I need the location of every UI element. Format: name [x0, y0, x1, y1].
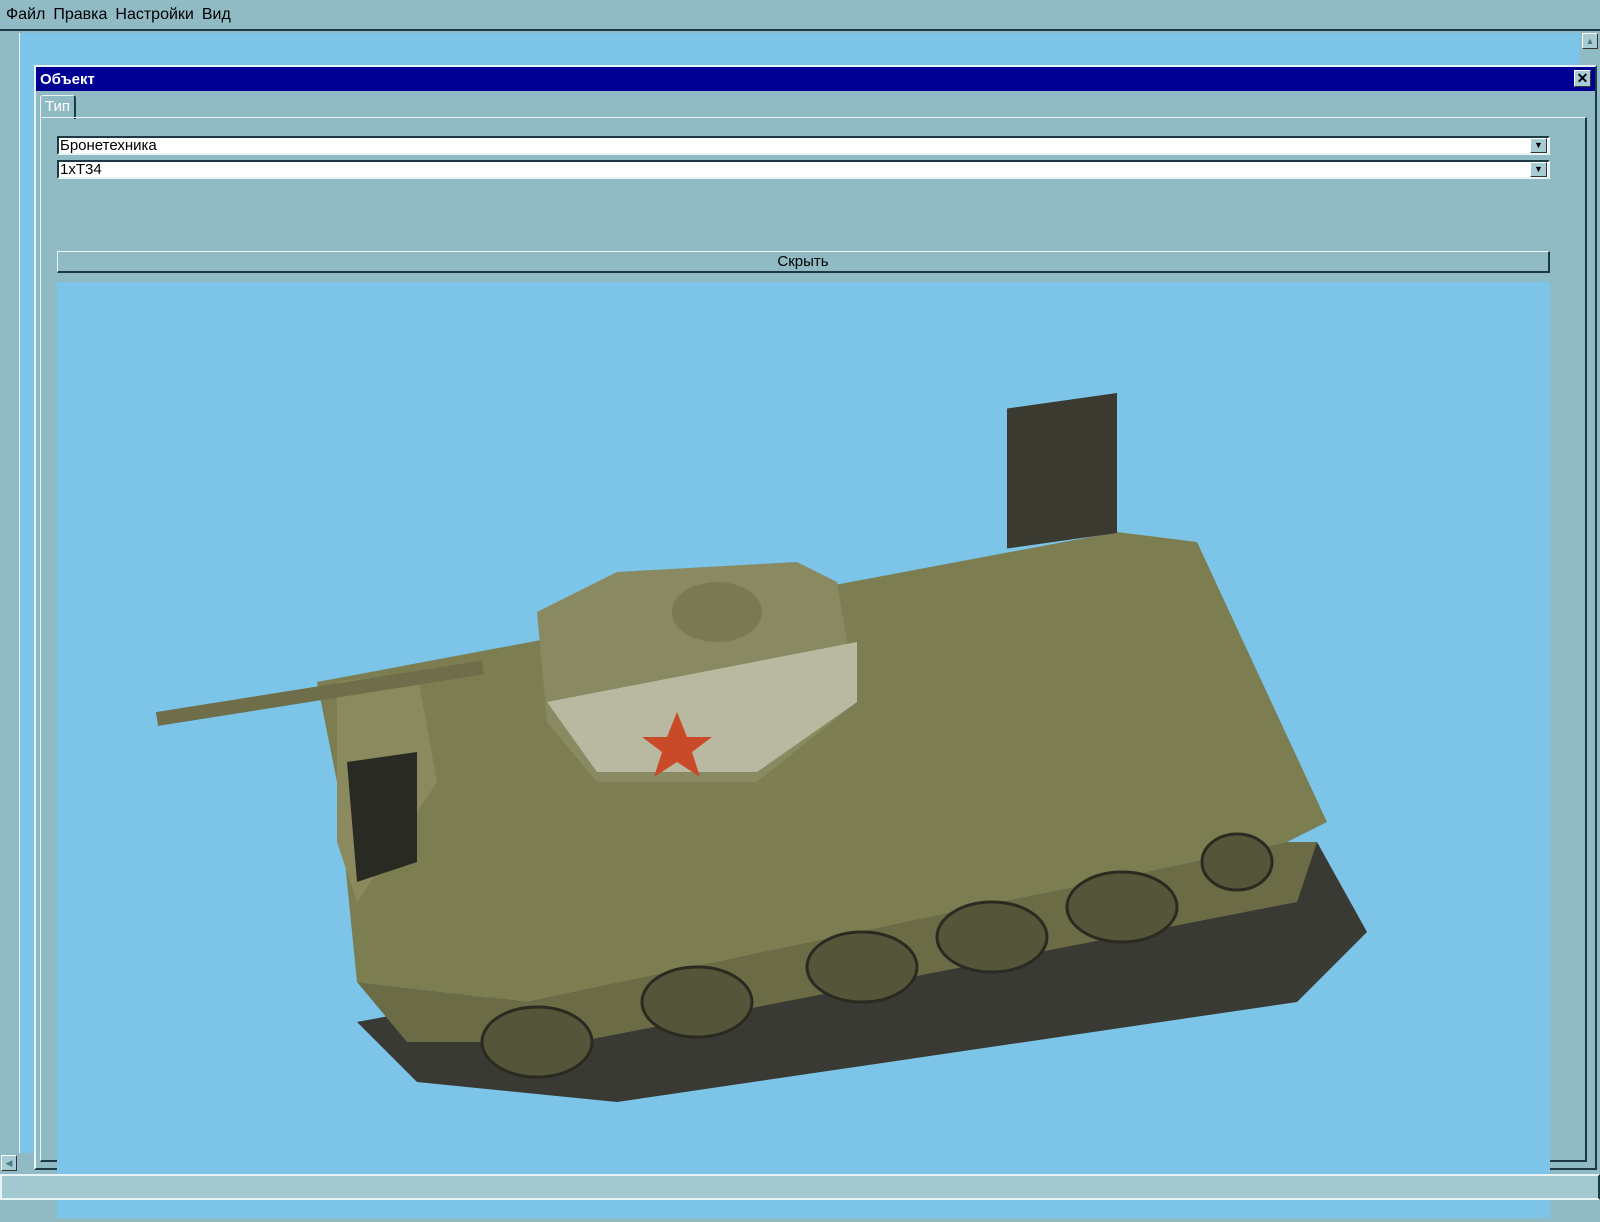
unit-select[interactable]: 1xT34 ▼ [57, 160, 1550, 179]
menu-file[interactable]: Файл [6, 6, 45, 24]
left-scrollbar[interactable] [8, 33, 20, 1153]
tab-type[interactable]: Тип [40, 95, 77, 119]
model-viewport[interactable] [57, 282, 1550, 1218]
tab-panel: Бронетехника ▼ 1xT34 ▼ Скрыть [40, 117, 1587, 1218]
hide-button[interactable]: Скрыть [57, 251, 1550, 273]
menu-edit[interactable]: Правка [53, 6, 107, 24]
scroll-up-icon[interactable]: ▲ [1582, 33, 1598, 49]
menu-settings[interactable]: Настройки [115, 6, 193, 24]
category-select[interactable]: Бронетехника ▼ [57, 136, 1550, 155]
object-dialog: Объект ✕ Тип Бронетехника ▼ 1xT34 ▼ Скры… [34, 65, 1597, 1218]
status-bar [0, 1174, 1600, 1200]
menu-bar: Файл Правка Настройки Вид [0, 0, 1600, 31]
menu-view[interactable]: Вид [202, 6, 231, 24]
unit-value: 1xT34 [60, 161, 102, 178]
tank-model [155, 393, 1367, 1102]
chevron-down-icon[interactable]: ▼ [1530, 138, 1547, 153]
dialog-titlebar[interactable]: Объект ✕ [36, 67, 1595, 91]
scroll-left-icon[interactable]: ◀ [1, 1155, 17, 1171]
category-value: Бронетехника [60, 137, 157, 154]
close-icon[interactable]: ✕ [1574, 70, 1591, 87]
dialog-title: Объект [40, 70, 95, 88]
chevron-down-icon[interactable]: ▼ [1530, 162, 1547, 177]
